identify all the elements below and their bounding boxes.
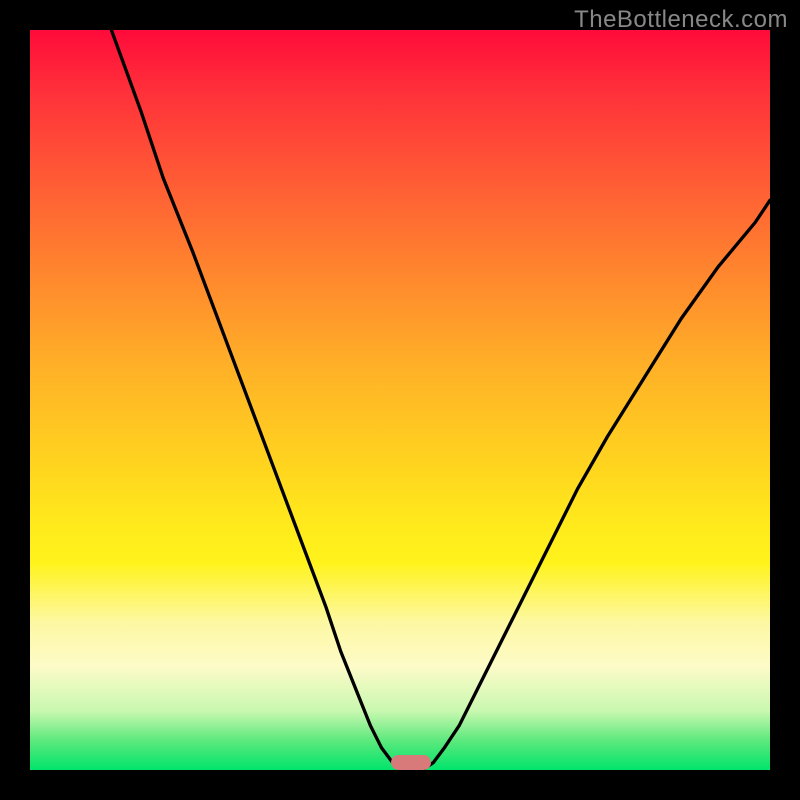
curves-svg [30, 30, 770, 770]
chart-frame: TheBottleneck.com [0, 0, 800, 800]
watermark-text: TheBottleneck.com [574, 6, 788, 34]
right-curve [422, 200, 770, 770]
bottleneck-marker [391, 755, 432, 770]
plot-area [30, 30, 770, 770]
left-curve [111, 30, 400, 770]
